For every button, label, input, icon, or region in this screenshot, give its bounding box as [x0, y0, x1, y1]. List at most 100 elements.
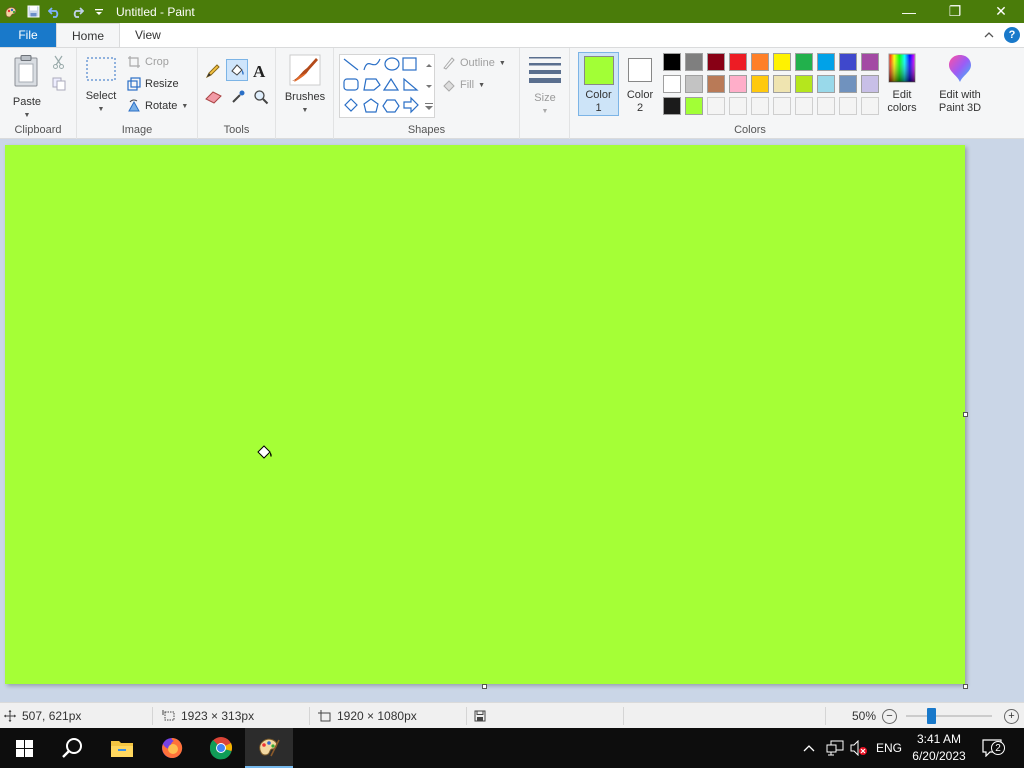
select-dropdown-icon[interactable]: ▼ — [98, 103, 105, 116]
tab-file[interactable]: File — [0, 23, 56, 47]
shapes-scroll-down-icon — [426, 85, 432, 88]
fill-icon — [443, 80, 455, 92]
palette-color-swatch[interactable] — [707, 75, 725, 93]
palette-color-swatch[interactable] — [663, 75, 681, 93]
palette-color-swatch[interactable] — [839, 53, 857, 71]
tab-home[interactable]: Home — [56, 23, 121, 48]
palette-color-swatch[interactable] — [729, 75, 747, 93]
text-tool-icon[interactable]: A — [253, 62, 265, 82]
crop-button[interactable]: Crop — [127, 55, 169, 69]
palette-color-swatch[interactable] — [861, 75, 879, 93]
polygon-shape-icon — [363, 78, 381, 91]
crop-label: Crop — [145, 56, 169, 68]
resize-handle-corner[interactable] — [963, 684, 968, 689]
custom-color-slot[interactable] — [839, 97, 857, 115]
firefox-taskbar-button[interactable] — [148, 728, 196, 768]
volume-muted-icon — [850, 740, 867, 756]
restore-button[interactable]: ❐ — [932, 0, 978, 23]
palette-color-swatch[interactable] — [729, 53, 747, 71]
undo-icon[interactable] — [44, 0, 66, 23]
paint-app-icon[interactable] — [0, 0, 22, 23]
pencil-icon[interactable] — [205, 63, 221, 82]
resize-handle-bottom[interactable] — [482, 684, 487, 689]
file-explorer-taskbar-button[interactable] — [98, 728, 146, 768]
palette-color-swatch[interactable] — [663, 53, 681, 71]
magnifier-icon[interactable] — [253, 89, 269, 108]
palette-color-swatch[interactable] — [817, 75, 835, 93]
action-center-button[interactable]: 2 — [982, 728, 1005, 768]
custom-color-slot[interactable] — [729, 97, 747, 115]
edit-colors-button[interactable]: Edit colors — [883, 53, 921, 115]
help-icon[interactable]: ? — [1004, 27, 1020, 43]
custom-color-slot[interactable] — [707, 97, 725, 115]
custom-color-slot[interactable] — [861, 97, 879, 115]
input-language[interactable]: ENG — [876, 728, 902, 768]
volume-button[interactable] — [850, 728, 868, 768]
brushes-dropdown-icon[interactable]: ▼ — [302, 104, 309, 117]
color-picker-icon[interactable] — [230, 89, 246, 108]
zoom-in-icon[interactable]: + — [1004, 709, 1019, 724]
resize-button[interactable]: Resize — [127, 77, 179, 91]
palette-color-swatch[interactable] — [685, 53, 703, 71]
customize-quick-access-icon[interactable] — [88, 0, 110, 23]
collapse-ribbon-icon[interactable] — [984, 28, 994, 42]
custom-color-slot[interactable] — [795, 97, 813, 115]
save-icon[interactable] — [22, 0, 44, 23]
outline-button[interactable]: Outline ▼ — [442, 56, 506, 70]
redo-icon[interactable] — [66, 0, 88, 23]
file-size — [474, 703, 486, 729]
chrome-taskbar-button[interactable] — [197, 728, 245, 768]
paste-button[interactable]: Paste ▼ — [8, 54, 46, 122]
show-hidden-icons[interactable] — [803, 728, 815, 768]
color-1-button[interactable]: Color 1 — [578, 52, 619, 116]
tools-group-label: Tools — [223, 124, 250, 136]
custom-color-slot[interactable] — [751, 97, 769, 115]
palette-color-swatch[interactable] — [861, 53, 879, 71]
edit-with-paint-3d-button[interactable]: Edit with Paint 3D — [933, 53, 987, 115]
tab-view[interactable]: View — [120, 23, 176, 47]
palette-color-swatch[interactable] — [795, 75, 813, 93]
brushes-button[interactable]: Brushes ▼ — [282, 54, 328, 117]
palette-color-swatch[interactable] — [685, 97, 703, 115]
paste-label: Paste — [12, 96, 42, 108]
palette-color-swatch[interactable] — [685, 75, 703, 93]
custom-color-slot[interactable] — [773, 97, 791, 115]
resize-handle-right[interactable] — [963, 412, 968, 417]
rotate-button[interactable]: Rotate ▼ — [127, 99, 188, 113]
size-button[interactable]: Size ▼ — [527, 55, 563, 118]
start-button[interactable] — [0, 728, 48, 768]
fill-button[interactable]: Fill ▼ — [442, 78, 485, 92]
search-button[interactable] — [48, 728, 96, 768]
paste-dropdown-icon[interactable]: ▼ — [24, 109, 31, 122]
shapes-gallery[interactable] — [339, 54, 435, 118]
zoom-slider-thumb[interactable] — [926, 708, 936, 724]
eraser-icon[interactable] — [205, 90, 223, 107]
palette-color-swatch[interactable] — [751, 53, 769, 71]
palette-color-swatch[interactable] — [795, 53, 813, 71]
cut-icon[interactable] — [52, 55, 65, 72]
palette-color-swatch[interactable] — [751, 75, 769, 93]
custom-color-slot[interactable] — [817, 97, 835, 115]
network-button[interactable] — [826, 728, 844, 768]
palette-color-swatch[interactable] — [773, 75, 791, 93]
palette-color-swatch[interactable] — [707, 53, 725, 71]
rotate-dropdown-icon[interactable]: ▼ — [181, 103, 188, 110]
fill-with-color-icon[interactable] — [226, 59, 248, 81]
clock[interactable]: 3:41 AM 6/20/2023 — [908, 728, 970, 768]
zoom-slider[interactable] — [906, 715, 992, 717]
drawing-canvas[interactable] — [5, 145, 965, 684]
pentagon-shape-icon — [363, 98, 379, 113]
minimize-button[interactable]: — — [886, 0, 932, 23]
folder-icon — [111, 741, 133, 757]
close-button[interactable]: ✕ — [978, 0, 1024, 23]
copy-icon[interactable] — [52, 77, 66, 94]
paint-taskbar-button[interactable] — [245, 728, 293, 768]
palette-color-swatch[interactable] — [839, 75, 857, 93]
select-button[interactable]: Select ▼ — [82, 56, 120, 116]
palette-color-swatch[interactable] — [817, 53, 835, 71]
zoom-out-icon[interactable]: − — [882, 709, 897, 724]
palette-color-swatch[interactable] — [773, 53, 791, 71]
color-2-button[interactable]: Color 2 — [622, 55, 658, 115]
canvas-workspace[interactable] — [0, 139, 1024, 702]
palette-color-swatch[interactable] — [663, 97, 681, 115]
